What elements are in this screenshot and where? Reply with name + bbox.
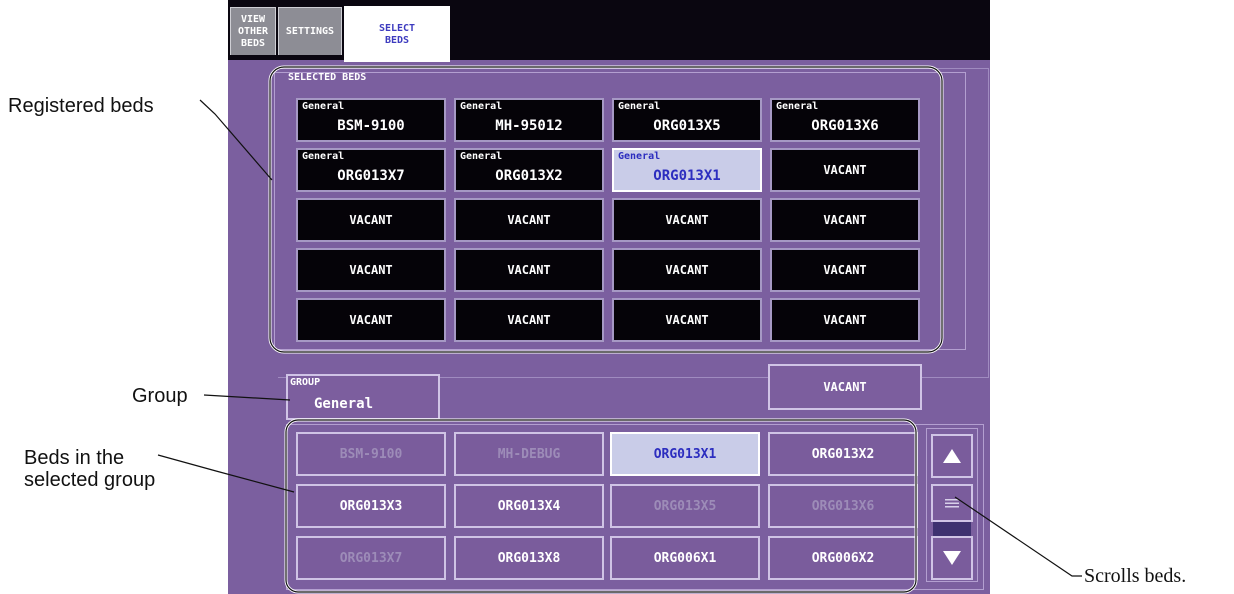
group-bed-button[interactable]: ORG013X3	[296, 484, 446, 528]
group-bed-button[interactable]: ORG013X4	[454, 484, 604, 528]
label-beds-in-group-line1: Beds in the	[24, 447, 125, 469]
group-bed-button[interactable]: ORG013X7	[296, 536, 446, 580]
selected-bed-cell[interactable]: General ORG013X6	[770, 98, 920, 142]
bed-group-label: General	[302, 101, 345, 112]
bed-group-label: General	[776, 101, 819, 112]
selected-bed-cell[interactable]: General ORG013X5	[612, 98, 762, 142]
bed-name: ORG013X7	[337, 168, 405, 184]
selected-bed-cell[interactable]: VACANT	[770, 148, 920, 192]
triangle-down-icon	[943, 551, 961, 565]
bed-name: BSM-9100	[337, 118, 405, 134]
bed-name: VACANT	[349, 213, 393, 227]
selected-bed-cell[interactable]: VACANT	[296, 198, 446, 242]
bed-name: VACANT	[665, 213, 709, 227]
selected-bed-cell[interactable]: VACANT	[770, 198, 920, 242]
bed-name: VACANT	[823, 313, 867, 327]
selected-bed-cell[interactable]: VACANT	[612, 198, 762, 242]
bed-name: ORG013X2	[495, 168, 563, 184]
group-bed-button[interactable]: ORG013X8	[454, 536, 604, 580]
selected-bed-cell[interactable]: General ORG013X7	[296, 148, 446, 192]
bed-name: VACANT	[665, 313, 709, 327]
label-beds-in-group-line2: selected group	[24, 469, 156, 491]
scroll-up-button[interactable]	[931, 434, 973, 478]
bed-name: VACANT	[823, 263, 867, 277]
bed-group-label: General	[460, 101, 503, 112]
group-bed-button[interactable]: ORG013X2	[768, 432, 918, 476]
label-scrolls-beds: Scrolls beds.	[1084, 565, 1187, 587]
bed-group-label: General	[618, 101, 661, 112]
bed-name: VACANT	[823, 213, 867, 227]
selected-bed-cell[interactable]: VACANT	[454, 248, 604, 292]
bed-group-label: General	[618, 151, 661, 162]
bed-name: VACANT	[507, 213, 551, 227]
selected-bed-cell[interactable]: VACANT	[454, 198, 604, 242]
monitor-screen: VIEW OTHER BEDS SETTINGS SELECT BEDS SEL…	[228, 0, 990, 594]
group-bed-button[interactable]: ORG013X6	[768, 484, 918, 528]
bed-name: VACANT	[349, 313, 393, 327]
group-button-value: General	[314, 396, 374, 412]
label-group: Group	[132, 385, 188, 407]
tab-select-beds[interactable]: SELECT BEDS	[344, 6, 450, 62]
group-bed-button[interactable]: ORG006X1	[610, 536, 760, 580]
bed-name: VACANT	[349, 263, 393, 277]
group-bed-button[interactable]: ORG013X5	[610, 484, 760, 528]
group-button-label: GROUP	[290, 377, 321, 388]
selected-beds-label: SELECTED BEDS	[288, 72, 367, 83]
bed-name: VACANT	[665, 263, 709, 277]
bed-name: VACANT	[507, 313, 551, 327]
group-bed-button[interactable]: ORG013X1	[610, 432, 760, 476]
selected-bed-cell[interactable]: VACANT	[770, 298, 920, 342]
group-button[interactable]: GROUP General	[286, 374, 440, 420]
tab-view-other-beds[interactable]: VIEW OTHER BEDS	[230, 7, 276, 55]
tab-settings[interactable]: SETTINGS	[278, 7, 342, 55]
scroll-track-gap	[933, 522, 971, 536]
tab-bar: VIEW OTHER BEDS SETTINGS SELECT BEDS	[228, 0, 990, 62]
selected-bed-cell[interactable]: VACANT	[770, 248, 920, 292]
selected-bed-cell[interactable]: General MH-95012	[454, 98, 604, 142]
selected-bed-cell[interactable]: VACANT	[612, 248, 762, 292]
selected-bed-cell[interactable]: VACANT	[296, 298, 446, 342]
selected-bed-cell[interactable]: VACANT	[296, 248, 446, 292]
selected-bed-cell[interactable]: VACANT	[454, 298, 604, 342]
bed-name: MH-95012	[495, 118, 563, 134]
bed-name: ORG013X6	[811, 118, 879, 134]
vacant-button[interactable]: VACANT	[768, 364, 922, 410]
bed-name: VACANT	[507, 263, 551, 277]
bed-name: ORG013X5	[653, 118, 721, 134]
selected-bed-cell[interactable]: General ORG013X1	[612, 148, 762, 192]
scroll-down-button[interactable]	[931, 536, 973, 580]
scroll-thumb[interactable]	[931, 484, 973, 522]
group-bed-button[interactable]: MH-DEBUG	[454, 432, 604, 476]
scroll-thumb-icon	[945, 499, 959, 508]
bed-name: ORG013X1	[653, 168, 721, 184]
group-bed-button[interactable]: BSM-9100	[296, 432, 446, 476]
bed-group-label: General	[460, 151, 503, 162]
bed-group-label: General	[302, 151, 345, 162]
selected-bed-cell[interactable]: General ORG013X2	[454, 148, 604, 192]
label-registered-beds: Registered beds	[8, 95, 154, 117]
selected-bed-cell[interactable]: VACANT	[612, 298, 762, 342]
triangle-up-icon	[943, 449, 961, 463]
selected-bed-cell[interactable]: General BSM-9100	[296, 98, 446, 142]
bed-name: VACANT	[823, 163, 867, 177]
group-bed-button[interactable]: ORG006X2	[768, 536, 918, 580]
